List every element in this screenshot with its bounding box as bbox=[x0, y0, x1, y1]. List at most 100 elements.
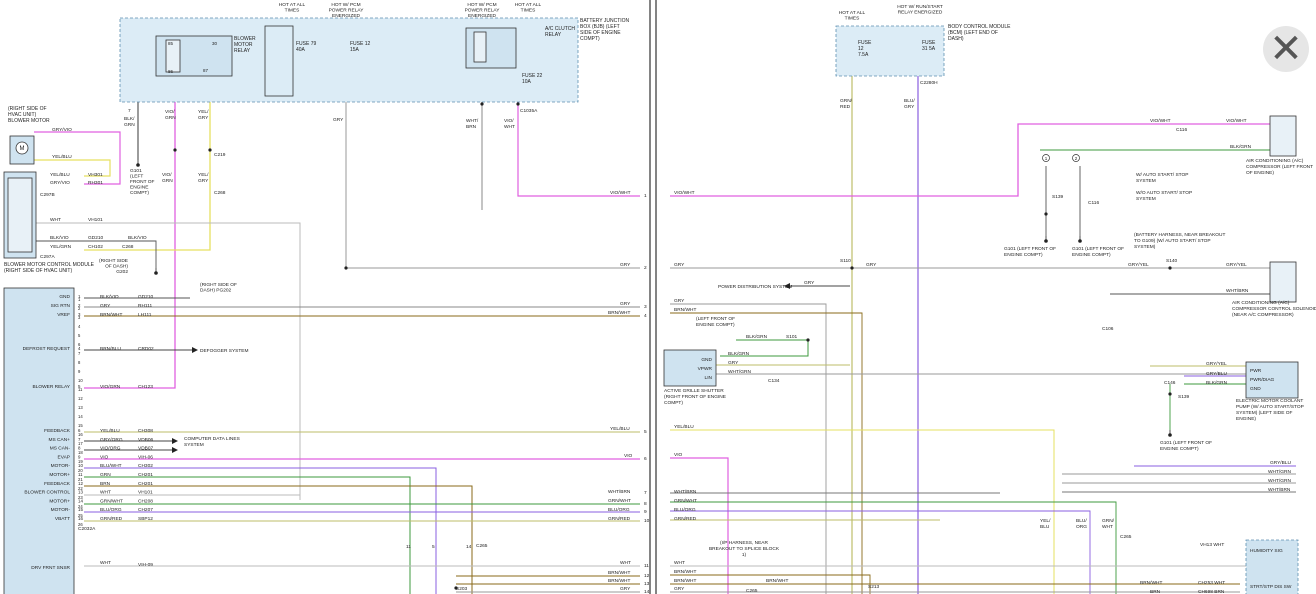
wire-label: YEL/BLU bbox=[50, 172, 70, 178]
pin-name: MOTOR+ bbox=[49, 498, 70, 504]
bcm-label: DASH) bbox=[948, 36, 964, 42]
wire-label: BLU/ORG bbox=[100, 507, 122, 513]
bmcm-label: (RIGHT SIDE OF HVAC UNIT) bbox=[4, 268, 72, 274]
pin-num: 21 bbox=[78, 477, 83, 482]
ground-label: ENGINE bbox=[130, 185, 148, 191]
arrow-icon bbox=[172, 438, 178, 444]
pin-name: SIG RTN bbox=[51, 303, 71, 309]
page-divider bbox=[649, 0, 657, 594]
ground-label: ENGINE COMPT) bbox=[1160, 446, 1199, 452]
conn-label: C219 bbox=[214, 152, 226, 158]
arrow-icon bbox=[172, 447, 178, 453]
compressor-label: OF ENGINE) bbox=[1246, 170, 1274, 176]
pin-name: FEEDBACK bbox=[44, 481, 71, 487]
wire-label: VIO/ bbox=[162, 172, 172, 178]
pin-num: 1 bbox=[78, 297, 81, 302]
wire-label: BLU/ bbox=[904, 98, 915, 104]
legend-label: SYSTEM bbox=[1136, 196, 1156, 202]
wire-label: BLK/ bbox=[124, 116, 135, 122]
ground-label: G101 (LEFT FRONT OF bbox=[1004, 246, 1056, 252]
computer-label: SYSTEM bbox=[184, 442, 204, 448]
wire-label: BRN/WHT bbox=[674, 569, 696, 575]
wire-label: GRY bbox=[674, 262, 685, 268]
pin-name: GND bbox=[701, 357, 712, 363]
wire-label: GRN/WHT bbox=[100, 498, 123, 504]
pin-num: 4 bbox=[78, 324, 81, 329]
ground-g101 bbox=[136, 163, 140, 167]
wire-label: BRN/WHT bbox=[100, 312, 122, 318]
wire-motor-minus bbox=[84, 467, 437, 594]
fuse-label: 10A bbox=[522, 79, 532, 85]
wire-label: BRN/WHT bbox=[608, 578, 630, 584]
ground-label: (LEFT bbox=[130, 174, 143, 180]
wire-label: BLU bbox=[1040, 524, 1050, 530]
wire-label: GRY/VIO bbox=[50, 180, 70, 186]
wire-label: BLU/WHT bbox=[100, 463, 122, 469]
circuit-label: VH301 bbox=[88, 172, 103, 178]
wire-label: BLU/ bbox=[1076, 518, 1087, 524]
pin-num: 7 bbox=[128, 108, 131, 114]
wire-label: GRY bbox=[198, 178, 209, 184]
wire-label: YEL/ bbox=[198, 172, 209, 178]
wire-brn-wht bbox=[670, 574, 871, 594]
wire-label: VIO/WHT bbox=[1226, 118, 1247, 124]
pin-num: 20 bbox=[78, 468, 83, 473]
hot-label: HOT W/ PCM bbox=[331, 2, 360, 8]
harness-label: (BATTERY HARNESS, NEAR BREAKOUT bbox=[1134, 232, 1225, 238]
wire-label: WHT bbox=[674, 560, 685, 566]
pump-label: SYSTEM) (LEFT SIDE OF bbox=[1236, 410, 1292, 416]
pin-name: DRV FRNT SNSR bbox=[31, 565, 70, 571]
wire-label: GRY/YEL bbox=[1128, 262, 1149, 268]
wire-label: GRY bbox=[728, 360, 739, 366]
wire-label: GRY bbox=[866, 262, 877, 268]
hot-label: TIMES bbox=[521, 8, 536, 14]
wire-label: BLK/VIO bbox=[128, 235, 147, 241]
pin-num: 5 bbox=[78, 333, 81, 338]
wire-label: GRY bbox=[674, 298, 685, 304]
edge-num: 10 bbox=[644, 518, 650, 524]
wire-label: BRN/BLU bbox=[100, 346, 121, 352]
splice-dot bbox=[480, 102, 484, 106]
splice-dot bbox=[1168, 266, 1172, 270]
pin-num: 11 bbox=[406, 544, 411, 550]
conn-label: C116 bbox=[1088, 200, 1099, 206]
close-button[interactable]: ✕ bbox=[1263, 26, 1309, 72]
conn-label: C268 bbox=[214, 190, 226, 196]
fuse-label: 31 5A bbox=[922, 46, 936, 52]
solenoid-box bbox=[1269, 261, 1297, 303]
wire-label: YEL/ bbox=[1040, 518, 1051, 524]
hot-label: HOT W/ PCM bbox=[467, 2, 496, 8]
fuse-label: 15A bbox=[350, 47, 360, 53]
splice-dot bbox=[208, 148, 212, 152]
edge-num: 1 bbox=[644, 193, 647, 199]
wire-label: BLK/GRN bbox=[1230, 144, 1252, 150]
conn-label: C134 bbox=[768, 378, 780, 384]
ac-relay-label: RELAY bbox=[545, 32, 562, 38]
splice-label: S110 bbox=[840, 258, 851, 264]
ground-label: COMPT) bbox=[130, 190, 149, 196]
pin-num: 14 bbox=[466, 544, 472, 550]
wire-label: BLK/GRN bbox=[728, 351, 750, 357]
wire-label: VIO bbox=[624, 453, 633, 459]
splice-label: S139 bbox=[1052, 194, 1064, 200]
pin-name: STRT/STP DIS SW bbox=[1250, 584, 1292, 590]
wire-label: GRY/YEL bbox=[1206, 361, 1227, 367]
edge-num: 9 bbox=[644, 509, 647, 515]
circuit-label: CH208 bbox=[138, 498, 153, 504]
hot-label: HOT AT ALL bbox=[279, 2, 306, 8]
circuit-label: VDB07 bbox=[138, 446, 154, 452]
wire-label: YEL/ bbox=[198, 109, 209, 115]
blower-motor-label: BLOWER MOTOR bbox=[8, 118, 50, 124]
pin-num: 12 bbox=[78, 396, 83, 401]
ip-harness-label: (I/P HARNESS, NEAR bbox=[720, 540, 768, 546]
hot-label: HOT AT ALL bbox=[839, 10, 866, 16]
circuit-label: CH201 bbox=[138, 472, 153, 478]
pin-num: 23 bbox=[78, 495, 83, 500]
ac-clutch-relay-box bbox=[465, 27, 517, 69]
conn-label: C1035A bbox=[520, 108, 538, 114]
hot-label: HOT W/ RUN/START bbox=[897, 4, 943, 10]
splice-label: S213 bbox=[868, 584, 880, 590]
arrow-icon bbox=[192, 347, 198, 353]
wire-label: WHT bbox=[504, 124, 515, 130]
harness-label: TO G109) (W/ AUTO START/ STOP bbox=[1134, 238, 1211, 244]
